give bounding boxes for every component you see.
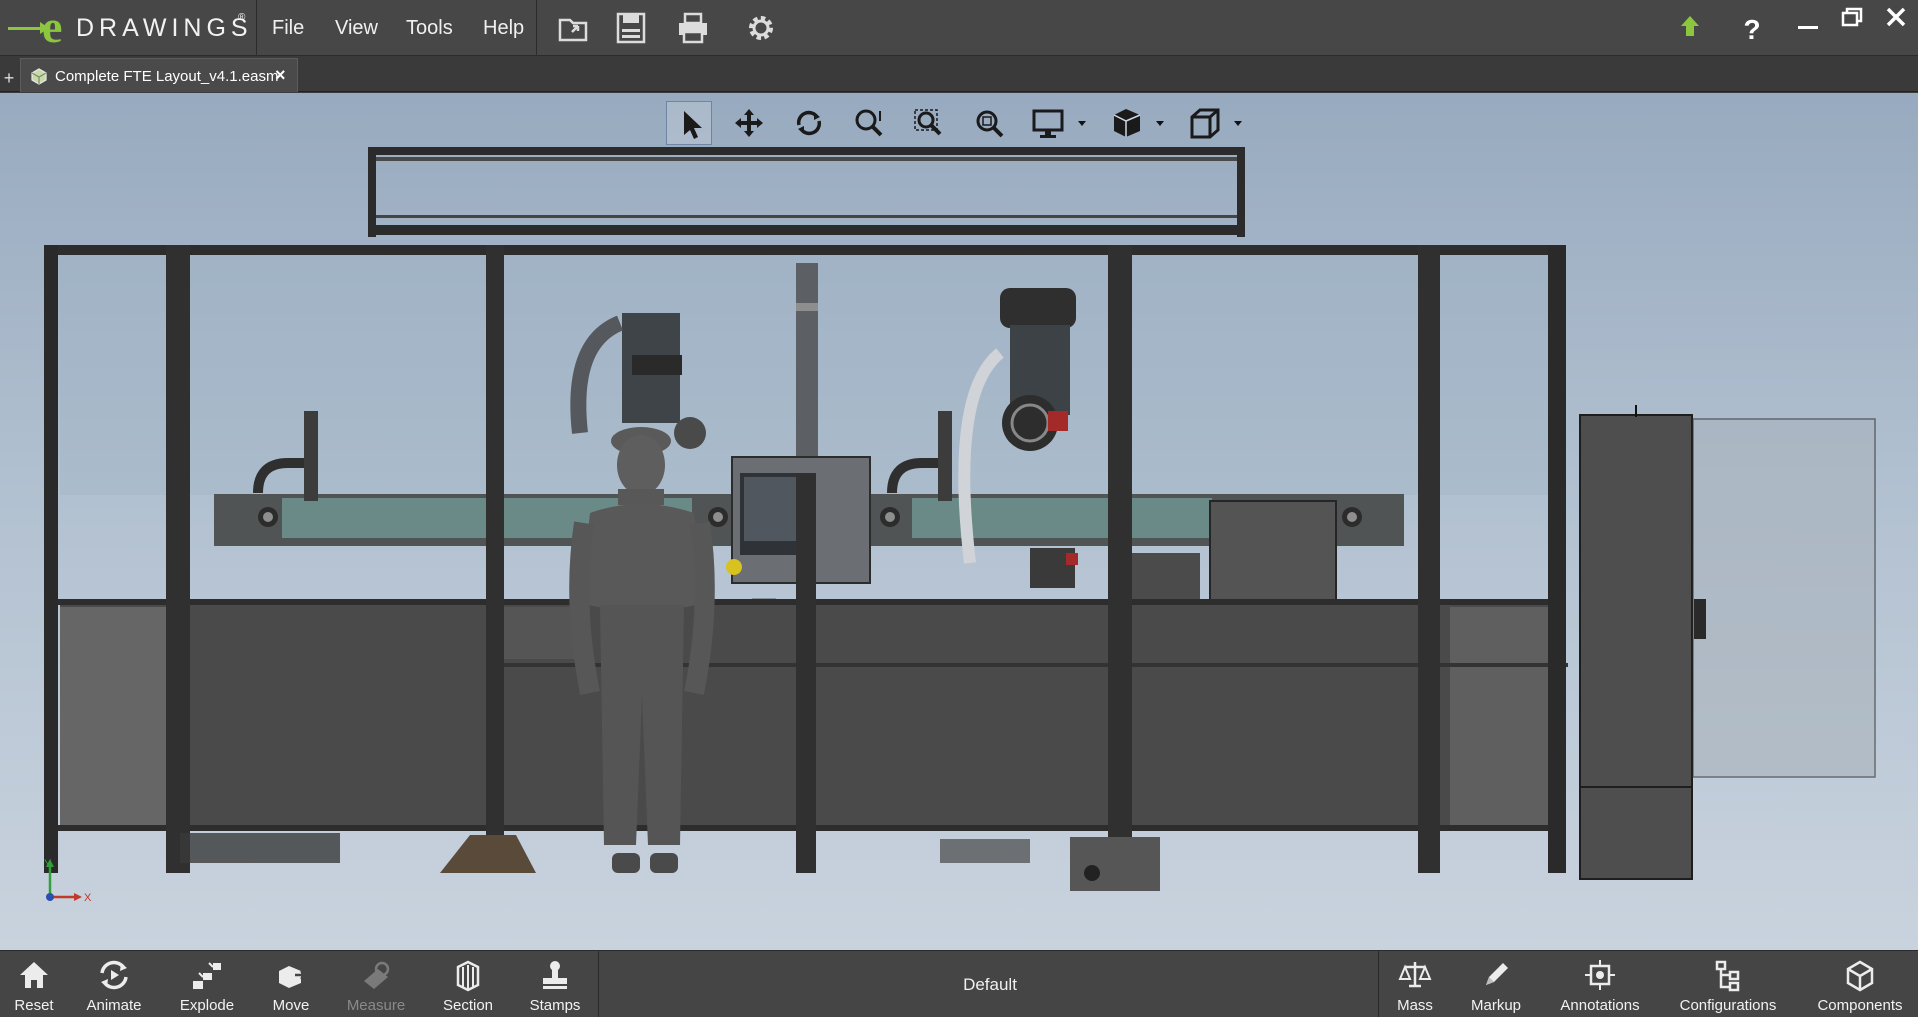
view-orientation-dropdown-icon[interactable] <box>1156 121 1164 126</box>
tab-close-icon[interactable]: × <box>275 65 286 86</box>
menu-help[interactable]: Help <box>483 17 524 40</box>
assembly-icon <box>29 67 49 85</box>
home-icon <box>20 962 48 988</box>
divider <box>536 0 537 56</box>
pan-icon[interactable] <box>726 101 772 145</box>
save-icon[interactable] <box>613 10 649 46</box>
mass-label: Mass <box>1397 997 1433 1014</box>
annotations-button[interactable]: Annotations <box>1552 951 1648 1017</box>
configurations-label: Configurations <box>1679 997 1777 1014</box>
markup-button[interactable]: Markup <box>1460 951 1532 1017</box>
tab-document[interactable]: Complete FTE Layout_v4.1.easm × <box>20 58 298 92</box>
divider <box>1378 951 1379 1017</box>
open-icon[interactable] <box>556 10 592 46</box>
components-button[interactable]: Components <box>1810 951 1910 1017</box>
document-tab-strip: + Complete FTE Layout_v4.1.easm × <box>0 56 1918 92</box>
upload-icon[interactable] <box>1672 10 1708 46</box>
new-tab-button[interactable]: + <box>2 69 16 87</box>
logo-letter: e <box>42 1 63 52</box>
heads-up-toolbar <box>664 97 1264 147</box>
standard-views-dropdown-icon[interactable] <box>1234 121 1242 126</box>
zoom-fit-icon[interactable] <box>966 101 1012 145</box>
section-icon <box>456 960 480 992</box>
logo-registered-mark: ® <box>238 12 246 23</box>
measure-icon <box>364 961 390 989</box>
measure-label: Measure <box>346 997 406 1014</box>
stamps-label: Stamps <box>529 997 581 1014</box>
reset-label: Reset <box>14 997 54 1014</box>
configurations-button[interactable]: Configurations <box>1678 951 1778 1017</box>
coordinate-triad: Y X <box>38 853 98 913</box>
title-bar: e DRAWINGS ® File View Tools Help ? <box>0 0 1918 56</box>
explode-button[interactable]: Explode <box>170 951 244 1017</box>
display-dropdown-icon[interactable] <box>1078 121 1086 126</box>
select-icon[interactable] <box>666 101 712 145</box>
markup-label: Markup <box>1470 997 1522 1014</box>
bottom-toolbar: Reset Animate Explode Move Measure Secti… <box>0 950 1918 1017</box>
view-orientation-icon[interactable] <box>1104 101 1150 145</box>
annotations-icon <box>1585 960 1615 990</box>
reset-button[interactable]: Reset <box>4 951 64 1017</box>
rotate-icon[interactable] <box>786 101 832 145</box>
close-icon[interactable] <box>1878 0 1914 36</box>
active-configuration: Default <box>963 975 1017 994</box>
stamps-button[interactable]: Stamps <box>520 951 590 1017</box>
triad-y-label: Y <box>44 858 52 870</box>
explode-icon <box>193 962 221 989</box>
logo-text: DRAWINGS <box>76 14 253 42</box>
move-label: Move <box>272 997 310 1014</box>
section-button[interactable]: Section <box>432 951 504 1017</box>
animate-button[interactable]: Animate <box>78 951 150 1017</box>
animate-icon <box>100 960 128 990</box>
minimize-icon[interactable] <box>1790 6 1826 42</box>
components-icon <box>1846 960 1874 992</box>
move-icon <box>279 966 307 988</box>
edrawings-logo: e DRAWINGS ® <box>6 1 256 52</box>
tab-label: Complete FTE Layout_v4.1.easm <box>55 68 279 85</box>
mass-icon <box>1398 962 1432 988</box>
stamps-icon <box>543 961 567 989</box>
annotations-label: Annotations <box>1560 997 1640 1014</box>
explode-label: Explode <box>179 997 235 1014</box>
svg-text:?: ? <box>1743 14 1760 45</box>
markup-icon <box>1486 963 1508 985</box>
measure-button[interactable]: Measure <box>340 951 412 1017</box>
print-icon[interactable] <box>675 10 711 46</box>
animate-label: Animate <box>86 997 142 1014</box>
triad-x-label: X <box>84 892 92 904</box>
components-label: Components <box>1817 997 1903 1014</box>
3d-viewport[interactable]: Y X <box>0 93 1918 950</box>
mass-button[interactable]: Mass <box>1386 951 1444 1017</box>
standard-views-icon[interactable] <box>1182 101 1228 145</box>
settings-icon[interactable] <box>743 10 779 46</box>
section-label: Section <box>442 997 494 1014</box>
menu-file[interactable]: File <box>272 17 304 40</box>
menu-view[interactable]: View <box>335 17 378 40</box>
help-icon[interactable]: ? <box>1734 10 1770 46</box>
zoom-area-icon[interactable] <box>906 101 952 145</box>
menu-tools[interactable]: Tools <box>406 17 453 40</box>
move-button[interactable]: Move <box>260 951 322 1017</box>
zoom-icon[interactable] <box>846 101 892 145</box>
divider <box>598 951 599 1017</box>
divider <box>256 0 257 56</box>
configurations-icon <box>1715 960 1740 992</box>
display-icon[interactable] <box>1026 101 1072 145</box>
restore-icon[interactable] <box>1834 0 1870 36</box>
assembly-model[interactable] <box>0 93 1918 950</box>
